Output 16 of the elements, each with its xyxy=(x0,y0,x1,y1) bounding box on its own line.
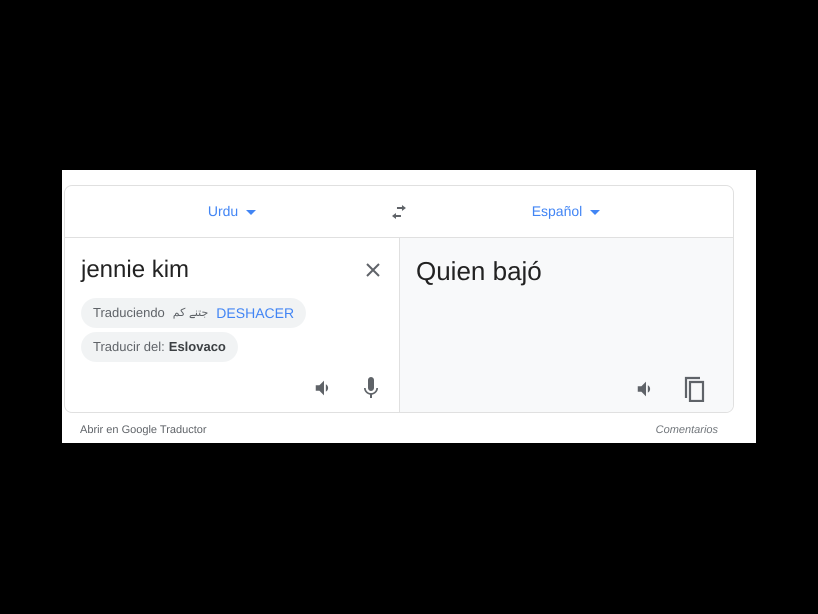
microphone-icon[interactable] xyxy=(363,376,379,400)
feedback-link[interactable]: Comentarios xyxy=(656,422,718,438)
translating-label: Traduciendo xyxy=(93,304,165,322)
target-language-select[interactable]: Español xyxy=(532,201,600,222)
detect-label: Traducir del: xyxy=(93,338,165,356)
detect-language[interactable]: Eslovaco xyxy=(168,337,226,357)
caret-icon xyxy=(590,210,600,215)
translating-text: جتنے کم xyxy=(172,304,208,321)
undo-link[interactable]: DESHACER xyxy=(216,302,294,324)
open-translator-link[interactable]: Abrir en Google Traductor xyxy=(80,422,207,438)
source-text: jennie kim xyxy=(81,255,190,285)
close-icon[interactable] xyxy=(365,262,381,278)
translated-text: Quien bajó xyxy=(416,255,543,288)
copy-icon[interactable] xyxy=(683,376,705,402)
caret-icon xyxy=(246,210,256,215)
source-language-select[interactable]: Urdu xyxy=(208,201,256,222)
